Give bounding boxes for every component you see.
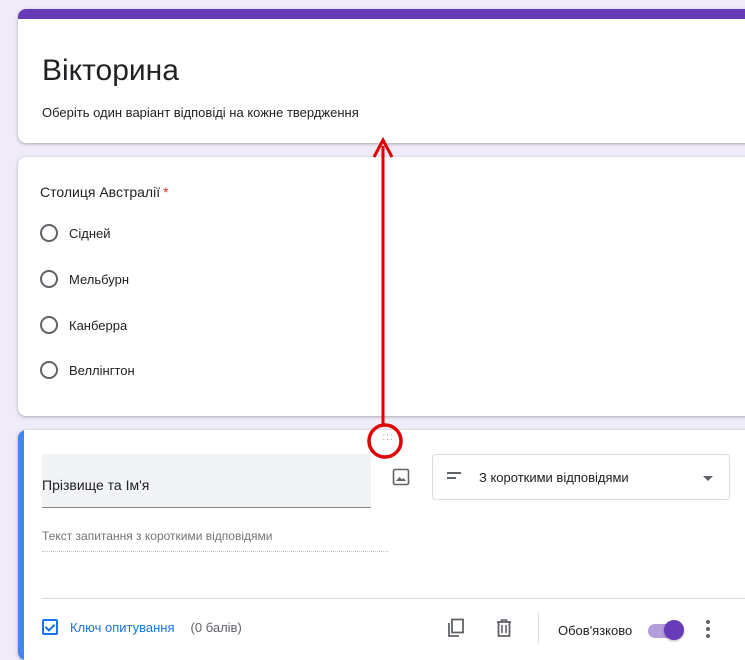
option-label: Мельбурн — [69, 271, 130, 287]
radio-button[interactable] — [40, 224, 58, 242]
more-options-icon[interactable] — [706, 620, 710, 641]
form-title[interactable]: Вікторина — [42, 53, 179, 89]
radio-button[interactable] — [40, 361, 58, 379]
answer-key-icon — [42, 619, 58, 635]
footer-separator — [538, 612, 539, 644]
question-title-input[interactable]: Прізвище та Ім'я — [42, 454, 371, 508]
option-label: Канберра — [69, 317, 128, 333]
required-asterisk: * — [163, 184, 169, 200]
theme-color-bar — [18, 9, 745, 19]
question-title: Столиця Австралії * — [40, 184, 169, 200]
required-toggle[interactable] — [648, 620, 684, 640]
option-item[interactable]: Канберра — [40, 314, 127, 336]
active-question-editor[interactable]: ::: Прізвище та Ім'я З короткими відпові… — [18, 430, 745, 660]
question-title-value: Прізвище та Ім'я — [42, 477, 150, 493]
question-title-text: Столиця Австралії — [40, 184, 161, 200]
footer-divider — [42, 598, 745, 599]
toggle-knob — [664, 620, 684, 640]
form-header-card: Вікторина Оберіть один варіант відповіді… — [18, 9, 745, 143]
drag-handle-icon[interactable]: ::: — [381, 433, 395, 445]
option-label: Веллінгтон — [69, 362, 135, 378]
required-label: Обов'язково — [558, 623, 633, 638]
question-type-label: З короткими відповідями — [479, 470, 629, 485]
copy-icon[interactable] — [446, 618, 466, 638]
short-answer-icon — [447, 472, 461, 482]
question-type-dropdown[interactable]: З короткими відповідями — [432, 454, 730, 500]
points-label: (0 балів) — [190, 619, 242, 635]
dropdown-arrow-icon — [703, 476, 713, 481]
delete-icon[interactable] — [495, 618, 513, 638]
radio-button[interactable] — [40, 270, 58, 288]
answer-key-button[interactable]: Ключ опитування (0 балів) — [42, 619, 242, 635]
radio-button[interactable] — [40, 316, 58, 334]
option-item[interactable]: Сідней — [40, 222, 111, 244]
option-label: Сідней — [69, 225, 111, 241]
active-indicator — [18, 430, 24, 660]
form-description[interactable]: Оберіть один варіант відповіді на кожне … — [42, 105, 359, 120]
question-card[interactable]: Столиця Австралії * Сідней Мельбурн Канбе… — [18, 157, 745, 416]
short-answer-placeholder: Текст запитання з короткими відповідями — [42, 529, 388, 552]
option-item[interactable]: Мельбурн — [40, 268, 129, 290]
image-icon[interactable] — [392, 468, 410, 486]
option-item[interactable]: Веллінгтон — [40, 359, 135, 381]
answer-key-label: Ключ опитування — [70, 619, 175, 635]
